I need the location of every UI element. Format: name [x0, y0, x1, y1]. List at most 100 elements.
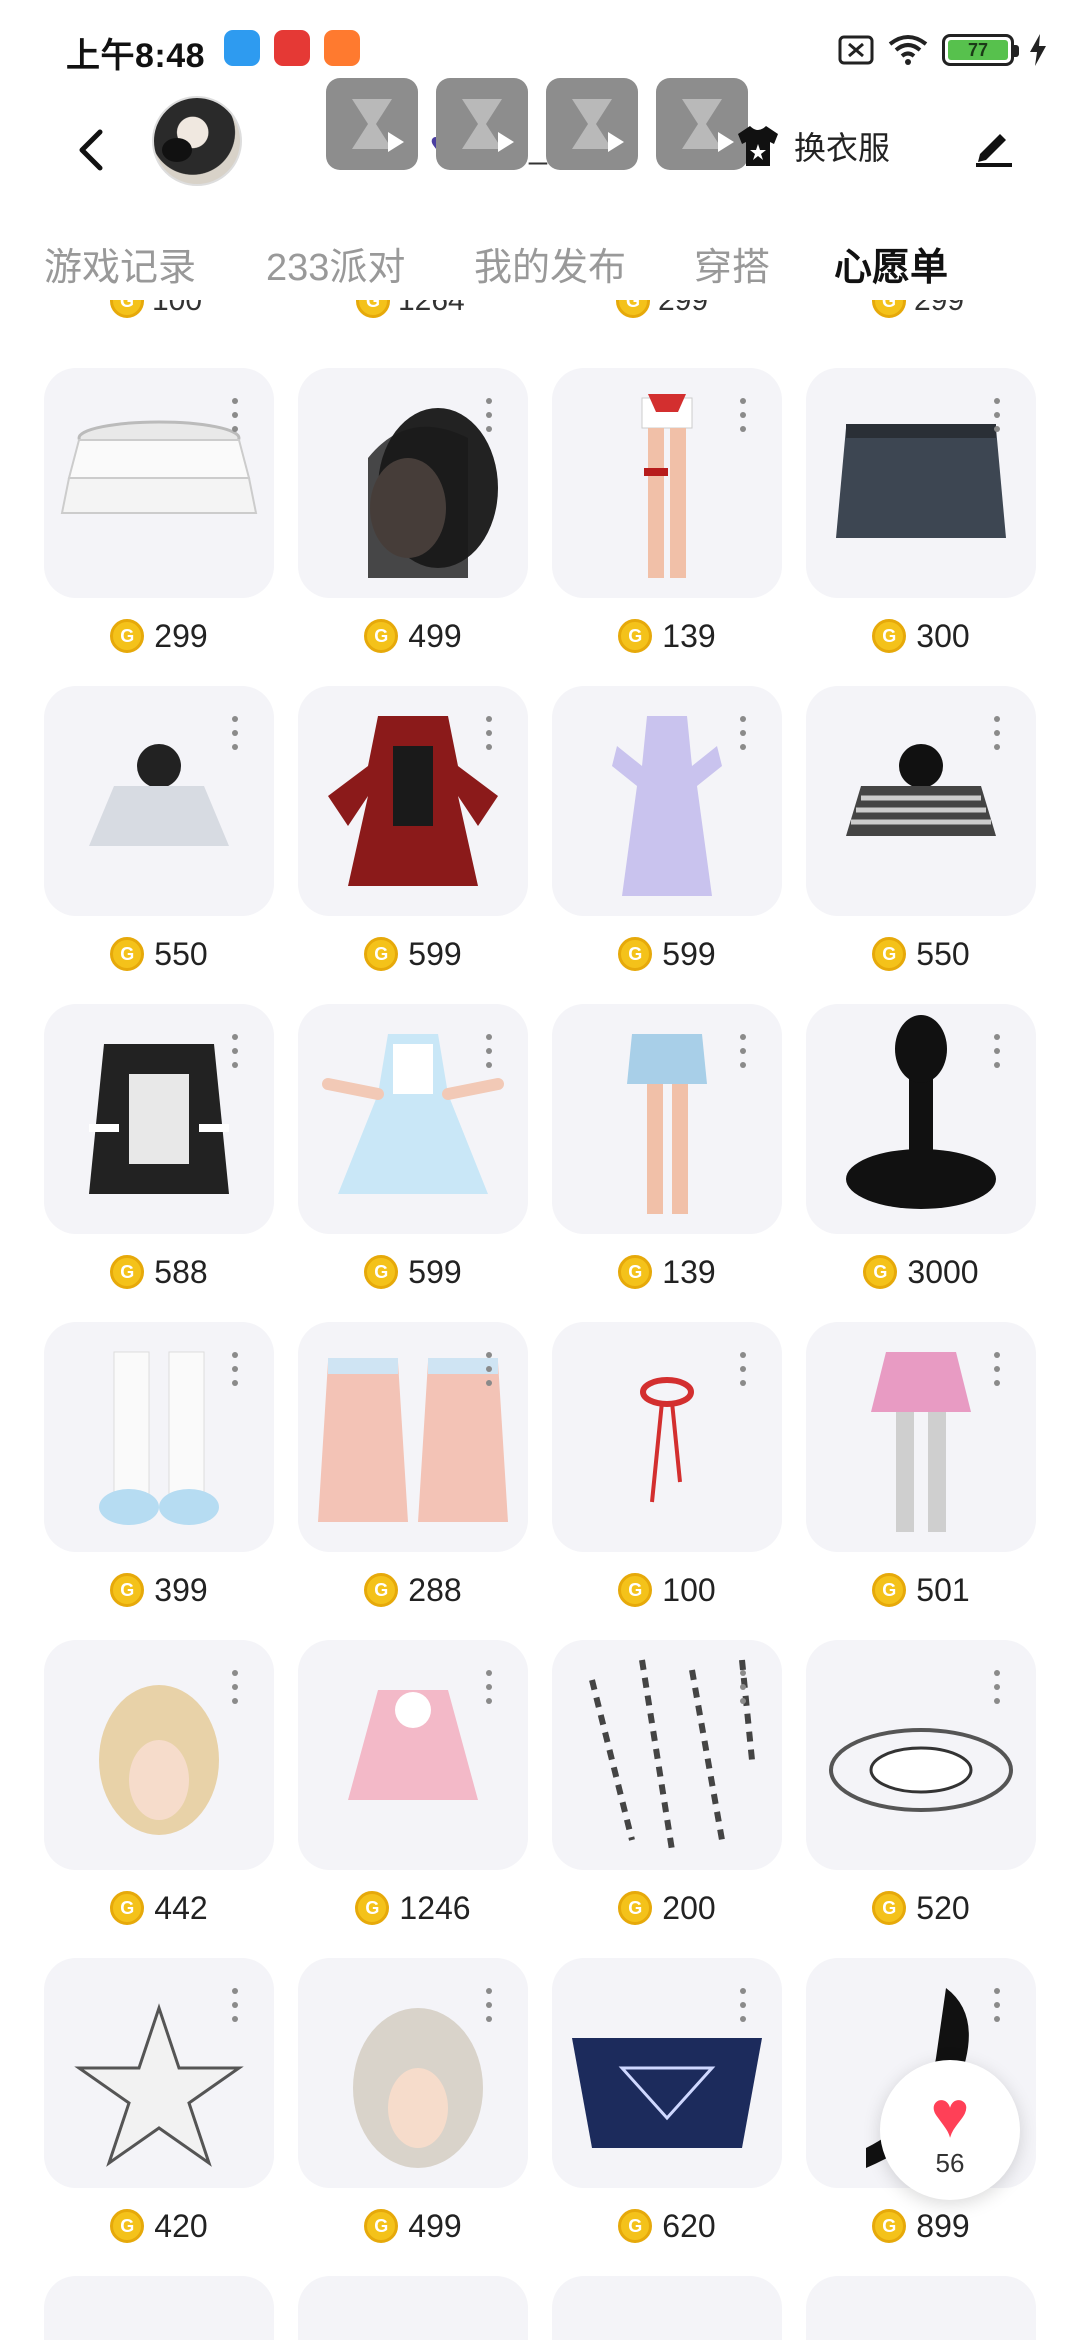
loading-thumbnail-1[interactable] — [326, 78, 418, 170]
more-options-icon[interactable] — [994, 1034, 1000, 1068]
hourglass-icon — [352, 99, 392, 149]
wishlist-item[interactable]: G 588 — [44, 1004, 274, 1322]
favorite-button[interactable]: ♥ 56 — [880, 2060, 1020, 2200]
wishlist-item[interactable]: G 300 — [806, 368, 1036, 686]
wishlist-item[interactable]: G 1246 — [298, 1640, 528, 1958]
more-options-icon[interactable] — [486, 1988, 492, 2022]
item-price: G 1246 — [298, 1884, 528, 1932]
tab-game-records[interactable]: 游戏记录 — [44, 236, 196, 291]
more-options-icon[interactable] — [232, 1670, 238, 1704]
more-options-icon[interactable] — [740, 1988, 746, 2022]
change-outfit-button[interactable]: 换衣服 — [734, 116, 890, 176]
more-options-icon[interactable] — [994, 1670, 1000, 1704]
item-card[interactable] — [44, 1640, 274, 1870]
wishlist-item[interactable]: G 599 — [298, 1004, 528, 1322]
more-options-icon[interactable] — [486, 1034, 492, 1068]
item-card[interactable] — [552, 1958, 782, 2188]
more-options-icon[interactable] — [486, 1670, 492, 1704]
wishlist-item[interactable]: G 599 — [298, 686, 528, 1004]
item-card[interactable] — [806, 1004, 1036, 1234]
coin-icon: G — [872, 1573, 907, 1607]
item-card[interactable] — [298, 1004, 528, 1234]
wishlist-item[interactable]: G 420 — [44, 1958, 274, 2276]
tab-233-party[interactable]: 233派对 — [266, 236, 405, 291]
wishlist-item[interactable]: G 499 — [298, 368, 528, 686]
item-card[interactable] — [298, 368, 528, 598]
partial-card[interactable] — [552, 2276, 782, 2340]
more-options-icon[interactable] — [232, 398, 238, 432]
wishlist-item[interactable]: G 599 — [552, 686, 782, 1004]
wishlist-item[interactable]: G 550 — [806, 686, 1036, 1004]
chevron-left-icon — [79, 129, 103, 171]
more-options-icon[interactable] — [740, 398, 746, 432]
more-options-icon[interactable] — [486, 716, 492, 750]
hourglass-icon — [462, 99, 502, 149]
item-card[interactable] — [806, 368, 1036, 598]
avatar[interactable] — [152, 96, 242, 186]
more-options-icon[interactable] — [994, 1352, 1000, 1386]
wishlist-item[interactable]: G 3000 — [806, 1004, 1036, 1322]
more-options-icon[interactable] — [740, 1670, 746, 1704]
more-options-icon[interactable] — [994, 1988, 1000, 2022]
item-card[interactable] — [44, 1322, 274, 1552]
item-card[interactable] — [298, 1640, 528, 1870]
back-button[interactable] — [60, 120, 120, 180]
price-value: 1246 — [399, 1889, 471, 1926]
more-options-icon[interactable] — [740, 1034, 746, 1068]
item-card[interactable] — [44, 686, 274, 916]
loading-thumbnail-3[interactable] — [546, 78, 638, 170]
more-options-icon[interactable] — [486, 1352, 492, 1386]
partial-card[interactable] — [806, 2276, 1036, 2340]
item-card[interactable] — [806, 686, 1036, 916]
wishlist-item[interactable]: G 399 — [44, 1322, 274, 1640]
item-card[interactable] — [44, 1958, 274, 2188]
edit-button[interactable] — [966, 118, 1022, 174]
item-card[interactable] — [552, 1004, 782, 1234]
more-options-icon[interactable] — [232, 1352, 238, 1386]
loading-thumbnail-2[interactable] — [436, 78, 528, 170]
item-card[interactable] — [44, 368, 274, 598]
item-card[interactable] — [552, 1322, 782, 1552]
wishlist-item[interactable]: G 299 — [44, 368, 274, 686]
wishlist-item[interactable]: G 442 — [44, 1640, 274, 1958]
wishlist-item[interactable]: G 139 — [552, 368, 782, 686]
wishlist-item[interactable]: G 100 — [552, 1322, 782, 1640]
wishlist-item[interactable]: G 620 — [552, 1958, 782, 2276]
item-card[interactable] — [806, 1322, 1036, 1552]
item-card[interactable] — [552, 368, 782, 598]
item-card[interactable] — [806, 1640, 1036, 1870]
wishlist-item[interactable]: G 501 — [806, 1322, 1036, 1640]
wishlist-item[interactable]: G 139 — [552, 1004, 782, 1322]
more-options-icon[interactable] — [486, 398, 492, 432]
partial-card[interactable] — [44, 2276, 274, 2340]
partial-card[interactable] — [298, 2276, 528, 2340]
item-card[interactable] — [552, 686, 782, 916]
coin-icon: G — [364, 1255, 399, 1289]
price-value: 588 — [154, 1253, 208, 1290]
item-card[interactable] — [298, 686, 528, 916]
tab-outfits[interactable]: 穿搭 — [694, 236, 770, 291]
wishlist-item[interactable]: G 288 — [298, 1322, 528, 1640]
tab-my-posts[interactable]: 我的发布 — [474, 236, 626, 291]
more-options-icon[interactable] — [994, 716, 1000, 750]
wishlist-item[interactable]: G 200 — [552, 1640, 782, 1958]
more-options-icon[interactable] — [740, 716, 746, 750]
wishlist-item[interactable]: G 520 — [806, 1640, 1036, 1958]
more-options-icon[interactable] — [232, 716, 238, 750]
price-value: 550 — [916, 935, 970, 972]
more-options-icon[interactable] — [740, 1352, 746, 1386]
more-options-icon[interactable] — [232, 1034, 238, 1068]
item-card[interactable] — [298, 1958, 528, 2188]
tab-wishlist[interactable]: 心愿单 — [834, 236, 948, 291]
more-options-icon[interactable] — [994, 398, 1000, 432]
item-card[interactable] — [298, 1322, 528, 1552]
kandian-app-icon — [274, 30, 310, 66]
item-card[interactable] — [44, 1004, 274, 1234]
chain-accessories-image — [552, 1640, 782, 1870]
wishlist-item[interactable]: G 499 — [298, 1958, 528, 2276]
white-socks-blue-shoes-image — [44, 1322, 274, 1552]
more-options-icon[interactable] — [232, 1988, 238, 2022]
item-card[interactable] — [552, 1640, 782, 1870]
coin-icon: G — [110, 619, 145, 653]
wishlist-item[interactable]: G 550 — [44, 686, 274, 1004]
